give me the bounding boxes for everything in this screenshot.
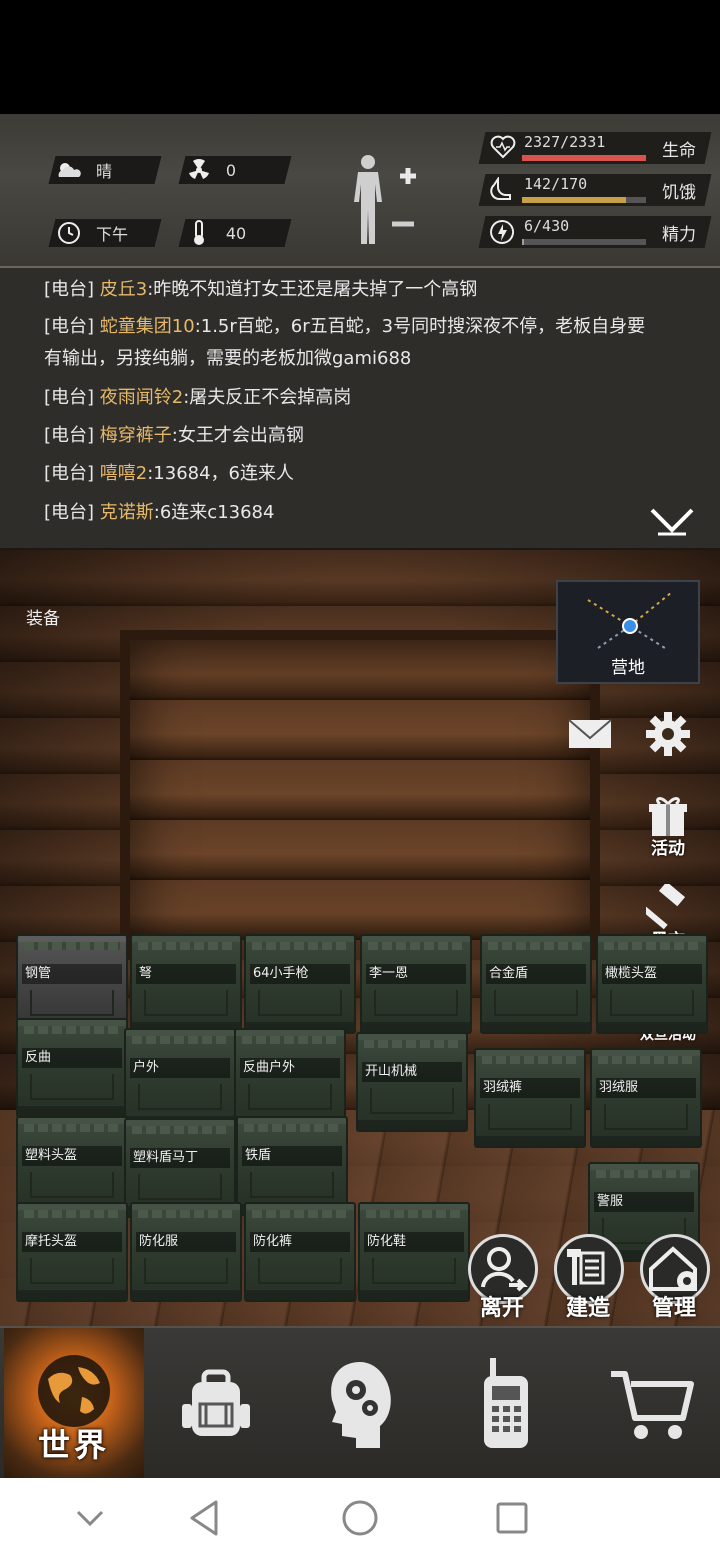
events-button[interactable]: 活动 <box>638 794 698 859</box>
health-stat: 2327/2331 生命 <box>478 132 712 164</box>
manage-label: 管理 <box>652 1296 697 1321</box>
health-bar <box>522 155 646 161</box>
recents-square-icon <box>496 1502 528 1534</box>
events-label: 活动 <box>651 839 685 859</box>
stomach-icon <box>490 175 518 203</box>
hunger-stat: 142/170 饥饿 <box>478 174 712 206</box>
hide-keyboard-button[interactable] <box>70 1498 110 1538</box>
thermometer-icon <box>182 219 216 247</box>
time-indicator: 下午 <box>48 219 162 247</box>
body-status-button[interactable] <box>348 152 420 252</box>
storage-crate[interactable]: 李一恩 <box>360 934 472 1034</box>
room-title: 装备 <box>26 609 60 629</box>
chat-message: [电台] 蛇童集团10:1.5r百蛇，6r五百蛇，3号同时搜深夜不停，老板自身要 <box>44 316 646 337</box>
camp-map-label: 营地 <box>611 658 645 678</box>
chat-message: [电台] 嘻嘻2:13684，6连来人 <box>44 463 295 484</box>
health-label: 生命 <box>662 141 696 161</box>
storage-crate[interactable]: 铁盾 <box>236 1116 348 1216</box>
chat-message: [电台] 皮丘3:昨晚不知道打女王还是屠夫掉了一个高钢 <box>44 279 478 300</box>
energy-bar <box>522 239 646 245</box>
storage-crate[interactable]: 64小手枪 <box>244 934 356 1034</box>
expand-chat-button[interactable] <box>650 506 694 538</box>
main-tab-bar: 世界 <box>0 1326 720 1480</box>
storage-crate[interactable]: 反曲户外 <box>234 1028 346 1128</box>
gear-icon <box>646 712 690 756</box>
storage-crate[interactable]: 防化服 <box>130 1202 242 1302</box>
hunger-label: 饥饿 <box>662 183 696 203</box>
weather-value: 晴 <box>96 162 113 181</box>
home-button[interactable] <box>340 1498 380 1538</box>
tab-radio[interactable] <box>436 1328 576 1480</box>
storage-crate[interactable]: 反曲 <box>16 1018 128 1118</box>
weather-indicator: 晴 <box>48 156 162 184</box>
storage-crate[interactable]: 橄榄头盔 <box>596 934 708 1034</box>
room-back-wall <box>120 630 600 960</box>
recents-button[interactable] <box>492 1498 532 1538</box>
time-value: 下午 <box>96 225 129 244</box>
mail-icon <box>568 719 612 748</box>
radiation-value: 0 <box>226 160 237 180</box>
hunger-value: 142/170 <box>524 175 588 193</box>
storage-crate[interactable]: 羽绒服 <box>590 1048 702 1148</box>
storage-crate[interactable]: 开山机械 <box>356 1032 468 1132</box>
storage-crate[interactable]: 摩托头盔 <box>16 1202 128 1302</box>
chat-message-continuation: 有输出，另接纯躺，需要的老板加微gami688 <box>44 348 412 369</box>
equipment-room: 装备 营地 活动 黑市 双旦活动 钢管 弩 64小手枪 李一恩 <box>0 550 720 1326</box>
head-gears-icon <box>331 1362 391 1448</box>
backpack-icon <box>182 1369 250 1436</box>
storage-crate[interactable]: 户外 <box>124 1028 236 1128</box>
tab-skills[interactable] <box>290 1328 430 1480</box>
storage-crate[interactable]: 羽绒裤 <box>474 1048 586 1148</box>
tab-world-label: 世界 <box>37 1426 110 1464</box>
chat-message: [电台] 夜雨闻铃2:屠夫反正不会掉高岗 <box>44 387 352 408</box>
mail-button[interactable] <box>560 714 620 754</box>
radio-chat-panel[interactable]: [电台] 皮丘3:昨晚不知道打女王还是屠夫掉了一个高钢 [电台] 蛇童集团10:… <box>0 268 720 550</box>
gift-icon <box>649 797 687 836</box>
tab-inventory[interactable] <box>146 1328 286 1480</box>
shopping-cart-icon <box>611 1371 694 1439</box>
camp-map-button[interactable]: 营地 <box>556 580 700 684</box>
body-figure-icon <box>354 155 416 244</box>
storage-crate[interactable]: 合金盾 <box>480 934 592 1034</box>
energy-value: 6/430 <box>524 217 570 235</box>
storage-crate[interactable]: 防化裤 <box>244 1202 356 1302</box>
radiation-icon <box>182 156 216 184</box>
storage-crate[interactable]: 塑料头盔 <box>16 1116 128 1216</box>
walkie-talkie-icon <box>484 1358 528 1448</box>
storage-crate[interactable]: 防化鞋 <box>358 1202 470 1302</box>
energy-label: 精力 <box>662 225 696 245</box>
map-icon <box>587 591 673 651</box>
storage-crate[interactable]: 弩 <box>130 934 242 1034</box>
chevron-down-icon <box>76 1510 104 1527</box>
back-button[interactable] <box>186 1498 226 1538</box>
radiation-indicator: 0 <box>178 156 292 184</box>
home-circle-icon <box>342 1500 378 1536</box>
status-hud: 晴 0 下午 40 2327/2331 生命 142/170 饥饿 6/430 … <box>0 114 720 268</box>
energy-stat: 6/430 精力 <box>478 216 712 248</box>
clock-icon <box>52 219 86 247</box>
temperature-indicator: 40 <box>178 219 292 247</box>
system-navigation-bar <box>0 1478 720 1560</box>
build-label: 建造 <box>566 1296 611 1321</box>
back-triangle-icon <box>190 1500 218 1536</box>
chat-message: [电台] 梅穿裤子:女王才会出高钢 <box>44 425 304 446</box>
temperature-value: 40 <box>226 223 247 243</box>
tab-world[interactable]: 世界 <box>4 1328 144 1480</box>
cloud-sun-icon <box>52 156 86 184</box>
auction-hammer-icon <box>646 884 686 930</box>
leave-label: 离开 <box>480 1296 525 1321</box>
tab-shop[interactable] <box>582 1328 720 1480</box>
hunger-bar <box>522 197 646 203</box>
energy-icon <box>490 219 518 245</box>
chevron-down-icon <box>650 508 694 536</box>
settings-button[interactable] <box>638 710 698 758</box>
chat-message: [电台] 克诺斯:6连来c13684 <box>44 502 275 523</box>
heart-icon <box>490 135 518 161</box>
health-value: 2327/2331 <box>524 133 606 151</box>
